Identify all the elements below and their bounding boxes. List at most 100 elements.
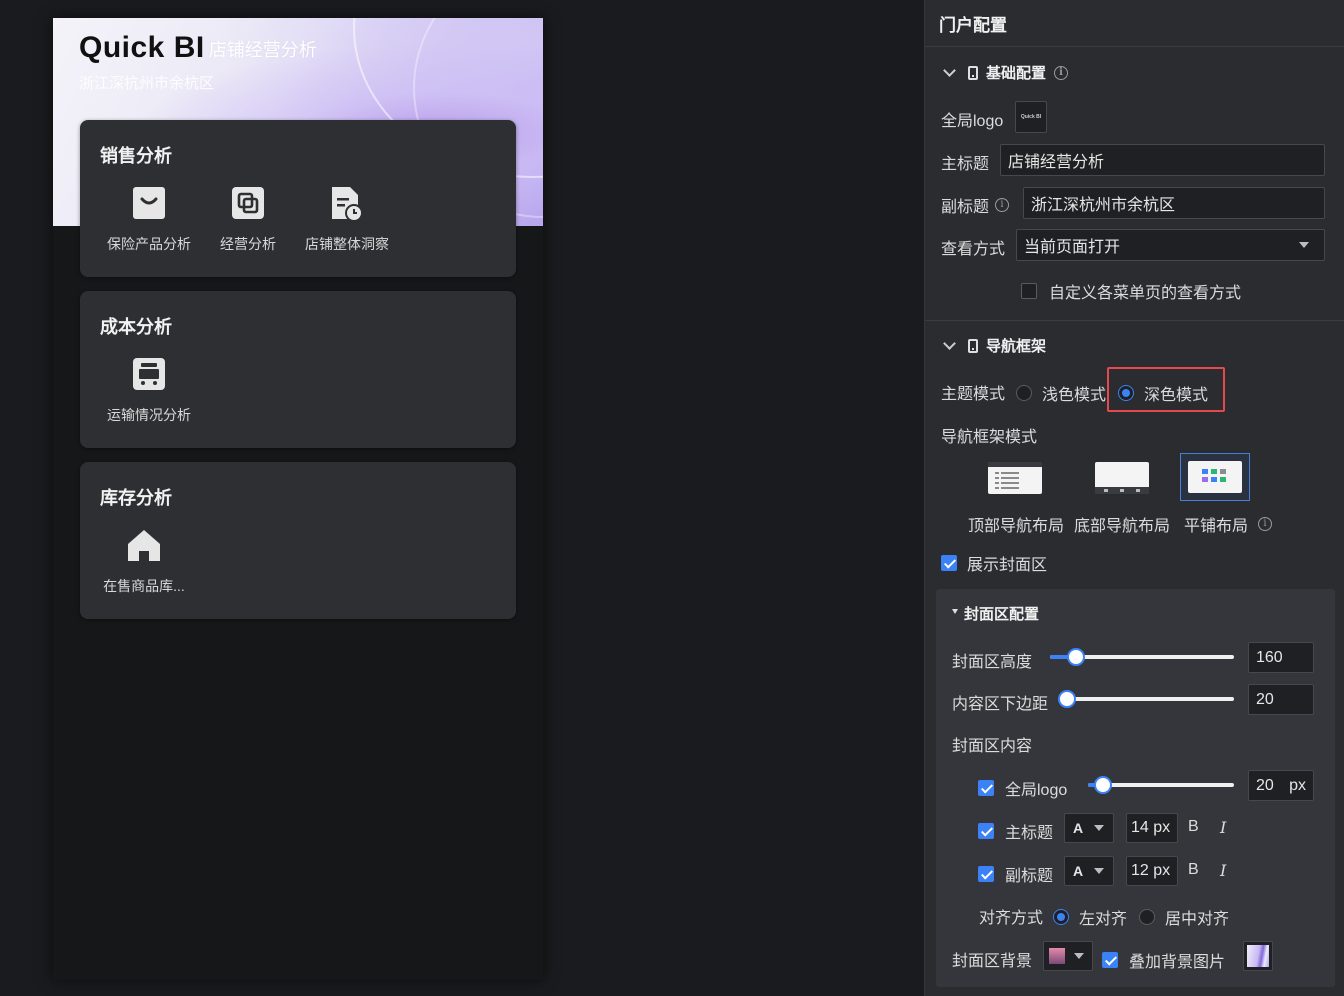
info-icon[interactable]: i [995, 198, 1010, 212]
content-margin-input[interactable]: 20 [1248, 684, 1314, 715]
menu-item[interactable]: 店铺整体洞察 [297, 184, 397, 254]
custom-view-checkbox[interactable] [1021, 283, 1037, 299]
section-nav-header[interactable]: 导航框架 [943, 335, 1047, 356]
layout-top-label[interactable]: 顶部导航布局 [968, 512, 1064, 536]
cover-brand: Quick BI 店铺经营分析 [79, 30, 317, 66]
menu-item[interactable]: 在售商品库... [94, 526, 194, 596]
cover-bg-color-select[interactable] [1043, 941, 1093, 971]
logo-size-value: 20 [1256, 776, 1274, 794]
chevron-down-icon [943, 63, 956, 77]
content-margin-slider-track[interactable] [1066, 697, 1234, 701]
logo-size-slider-handle[interactable] [1094, 776, 1112, 794]
layout-top-card[interactable] [980, 454, 1050, 502]
align-center-radio[interactable] [1139, 909, 1155, 925]
subtitle-font-select[interactable]: A [1064, 856, 1114, 886]
cover-main-title-row[interactable]: 主标题 [978, 819, 1053, 843]
cover-logo-row[interactable]: 全局logo [978, 776, 1067, 800]
italic-button[interactable]: I [1220, 818, 1226, 837]
layout-top-icon [988, 462, 1042, 494]
align-left-option[interactable]: 左对齐 [1053, 905, 1127, 929]
caret-down-icon [952, 609, 958, 614]
section-title: 封面区配置 [964, 606, 1040, 623]
cover-subtitle-label: 副标题 [1005, 868, 1054, 885]
menu-item-label: 经营分析 [220, 236, 276, 252]
layout-bottom-label[interactable]: 底部导航布局 [1074, 512, 1170, 536]
cover-height-label: 封面区高度 [952, 654, 1033, 671]
theme-light-radio[interactable] [1016, 385, 1032, 401]
cover-height-input[interactable]: 160 [1248, 642, 1314, 673]
cover-main-title-label: 主标题 [1005, 825, 1054, 842]
cover-config-header[interactable]: 封面区配置 [952, 603, 1039, 624]
theme-light-option[interactable]: 浅色模式 [1016, 381, 1106, 405]
color-swatch [1049, 948, 1065, 964]
font-color-icon: A [1073, 820, 1084, 836]
global-logo-label: 全局logo [941, 113, 1004, 130]
view-mode-value: 当前页面打开 [1024, 239, 1121, 256]
align-left-radio[interactable] [1053, 909, 1069, 925]
subtitle-size-input[interactable]: 12 px [1126, 856, 1178, 886]
menu-group-sales: 销售分析 保险产品分析 经营分析 店铺整体洞察 [80, 120, 516, 277]
portal-config-panel: 门户配置 基础配置 i 全局logo Quick BI 主标题 店铺经营分析 副… [924, 0, 1344, 996]
font-color-icon: A [1073, 863, 1084, 879]
section-basic-header[interactable]: 基础配置 i [943, 62, 1069, 83]
cover-subtitle-checkbox[interactable] [978, 866, 994, 882]
menu-item[interactable]: 运输情况分析 [99, 355, 199, 425]
align-center-option[interactable]: 居中对齐 [1139, 905, 1229, 929]
overlay-bg-checkbox[interactable] [1102, 952, 1118, 968]
cover-subtitle-row[interactable]: 副标题 [978, 862, 1053, 886]
panel-title: 门户配置 [925, 0, 1344, 47]
layout-bottom-card[interactable] [1087, 454, 1157, 502]
show-cover-checkbox[interactable] [941, 555, 957, 571]
info-icon[interactable]: i [1054, 65, 1069, 80]
main-title-font-select[interactable]: A [1064, 813, 1114, 843]
mobile-icon [968, 65, 978, 80]
section-title: 导航框架 [986, 338, 1047, 355]
menu-item[interactable]: 经营分析 [198, 184, 298, 254]
menu-group-inventory: 库存分析 在售商品库... [80, 462, 516, 619]
main-title-label: 主标题 [941, 156, 990, 173]
content-margin-slider-handle[interactable] [1058, 690, 1076, 708]
custom-view-label: 自定义各菜单页的查看方式 [1049, 285, 1242, 302]
section-divider [925, 320, 1344, 321]
menu-item-label: 在售商品库... [103, 578, 185, 594]
subtitle-input[interactable]: 浙江深杭州市余杭区 [1023, 187, 1325, 219]
bold-button[interactable]: B [1188, 818, 1199, 836]
theme-dark-radio[interactable] [1118, 385, 1134, 401]
view-mode-select[interactable]: 当前页面打开 [1016, 229, 1325, 261]
custom-view-row[interactable]: 自定义各菜单页的查看方式 [1021, 279, 1241, 303]
overlay-bg-row[interactable]: 叠加背景图片 [1102, 948, 1225, 972]
menu-item[interactable]: 保险产品分析 [99, 184, 199, 254]
caret-down-icon [1299, 242, 1309, 248]
layout-tile-icon [1188, 461, 1242, 493]
logo-upload[interactable]: Quick BI [1015, 101, 1047, 133]
menu-item-label: 运输情况分析 [107, 407, 191, 423]
subtitle-label-row: 副标题 i [941, 193, 1010, 217]
main-title-input[interactable]: 店铺经营分析 [1000, 144, 1325, 176]
theme-dark-option[interactable]: 深色模式 [1118, 381, 1208, 405]
logo-size-input[interactable]: 20 px [1248, 770, 1314, 801]
align-left-label: 左对齐 [1079, 911, 1128, 928]
layout-tile-card[interactable] [1180, 453, 1250, 501]
bus-icon [133, 358, 165, 390]
info-icon[interactable]: i [1258, 517, 1273, 531]
cover-height-slider-handle[interactable] [1067, 648, 1085, 666]
cover-bg-label: 封面区背景 [952, 953, 1033, 970]
overlay-image-picker[interactable] [1243, 941, 1273, 971]
cover-main-title-checkbox[interactable] [978, 823, 994, 839]
cover-title: 店铺经营分析 [208, 40, 317, 60]
theme-mode-label: 主题模式 [941, 386, 1006, 403]
italic-button[interactable]: I [1220, 861, 1226, 880]
main-title-size-input[interactable]: 14 px [1126, 813, 1178, 843]
cover-content-label: 封面区内容 [952, 738, 1033, 755]
copy-icon [232, 187, 264, 219]
caret-down-icon [1094, 868, 1105, 874]
show-cover-label: 展示封面区 [967, 557, 1048, 574]
frame-mode-label: 导航框架模式 [941, 429, 1038, 446]
cover-logo-checkbox[interactable] [978, 780, 994, 796]
caret-down-icon [1094, 825, 1105, 831]
show-cover-row[interactable]: 展示封面区 [941, 551, 1047, 575]
bold-button[interactable]: B [1188, 861, 1199, 879]
group-title: 成本分析 [100, 317, 172, 337]
layout-tile-label-row[interactable]: 平铺布局 i [1184, 512, 1273, 536]
layout-bottom-icon [1095, 462, 1149, 494]
